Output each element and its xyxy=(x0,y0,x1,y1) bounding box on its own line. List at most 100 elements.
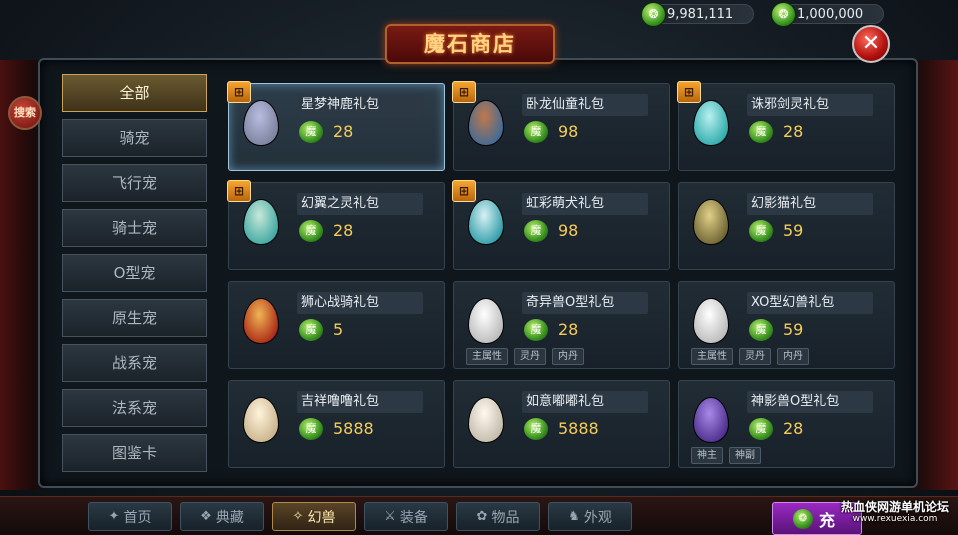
item-name: XO型幻兽礼包 xyxy=(747,292,873,314)
bottom-nav-button[interactable]: ❖ 典藏 xyxy=(180,502,264,531)
item-name: 幻影猫礼包 xyxy=(747,193,873,215)
pet-egg-icon xyxy=(468,100,504,146)
bound-currency-value: 1,000,000 xyxy=(797,6,864,22)
item-tags: 主属性 灵丹 内丹 xyxy=(466,348,584,365)
shop-item-card[interactable]: 神影兽O型礼包魔 28 神主 神副 xyxy=(678,380,895,468)
item-name: 星梦神鹿礼包 xyxy=(297,94,423,116)
pet-egg-icon xyxy=(693,298,729,344)
shop-title-banner: 魔石商店 xyxy=(385,24,555,64)
item-price: 28 xyxy=(558,320,579,339)
item-price: 5888 xyxy=(333,419,374,438)
pet-egg-icon xyxy=(693,397,729,443)
new-badge-icon: ⊞ xyxy=(227,180,251,202)
item-tag: 神主 xyxy=(691,447,723,464)
watermark-title: 热血侠网游单机论坛 xyxy=(840,500,949,514)
pet-egg-icon xyxy=(693,100,729,146)
bottom-nav-button[interactable]: ✦ 首页 xyxy=(88,502,172,531)
item-name: 幻翼之灵礼包 xyxy=(297,193,423,215)
shop-item-card[interactable]: 如意嘟嘟礼包魔 5888 xyxy=(453,380,670,468)
shop-item-card[interactable]: ⊞ 卧龙仙童礼包魔 98 xyxy=(452,81,670,171)
item-name: 卧龙仙童礼包 xyxy=(522,94,648,116)
category-button[interactable]: O型宠 xyxy=(62,254,207,292)
item-name: 虹彩萌犬礼包 xyxy=(522,193,648,215)
item-price: 5888 xyxy=(558,419,599,438)
item-name: 神影兽O型礼包 xyxy=(747,391,873,413)
nav-icon: ⚔ xyxy=(384,509,396,524)
pet-egg-icon xyxy=(468,199,504,245)
gold-currency: ❂ 9,981,111 xyxy=(641,2,754,27)
pet-egg-icon xyxy=(468,298,504,344)
new-badge-icon: ⊞ xyxy=(677,81,701,103)
price-currency-icon: 魔 xyxy=(524,418,548,440)
search-label: 搜索 xyxy=(14,106,36,119)
nav-label: 首页 xyxy=(123,509,152,526)
shop-item-card[interactable]: 奇异兽O型礼包魔 28 主属性 灵丹 内丹 xyxy=(453,281,670,369)
price-currency-icon: 魔 xyxy=(299,121,323,143)
new-badge-icon: ⊞ xyxy=(452,81,476,103)
category-button[interactable]: 图鉴卡 xyxy=(62,434,207,472)
shop-item-card[interactable]: XO型幻兽礼包魔 59 主属性 灵丹 内丹 xyxy=(678,281,895,369)
item-name: 狮心战骑礼包 xyxy=(297,292,423,314)
gold-currency-value: 9,981,111 xyxy=(667,6,734,22)
price-currency-icon: 魔 xyxy=(749,121,773,143)
category-button[interactable]: 法系宠 xyxy=(62,389,207,427)
shop-item-card[interactable]: 幻影猫礼包魔 59 xyxy=(678,182,895,270)
shop-item-card[interactable]: ⊞ 诛邪剑灵礼包魔 28 xyxy=(677,81,895,171)
price-currency-icon: 魔 xyxy=(299,418,323,440)
bottom-nav-button[interactable]: ✧ 幻兽 xyxy=(272,502,356,531)
item-price: 98 xyxy=(558,122,579,141)
shop-item-card[interactable]: ⊞ 星梦神鹿礼包魔 28 xyxy=(227,81,445,171)
green-coin-icon: ❂ xyxy=(771,2,796,27)
nav-label: 典藏 xyxy=(215,509,244,526)
shop-item-card[interactable]: ⊞ 虹彩萌犬礼包魔 98 xyxy=(452,180,670,270)
close-button[interactable]: ✕ xyxy=(852,25,890,63)
price-currency-icon: 魔 xyxy=(749,319,773,341)
price-currency-icon: 魔 xyxy=(524,220,548,242)
price-currency-icon: 魔 xyxy=(299,319,323,341)
item-tag: 内丹 xyxy=(777,348,809,365)
watermark-url: www.rexuexia.com xyxy=(852,514,938,524)
category-button[interactable]: 飞行宠 xyxy=(62,164,207,202)
category-button[interactable]: 骑宠 xyxy=(62,119,207,157)
shop-item-card[interactable]: 吉祥噜噜礼包魔 5888 xyxy=(228,380,445,468)
nav-label: 物品 xyxy=(491,509,520,526)
item-name: 吉祥噜噜礼包 xyxy=(297,391,423,413)
item-name: 诛邪剑灵礼包 xyxy=(747,94,873,116)
nav-icon: ♞ xyxy=(568,509,580,524)
category-button[interactable]: 骑士宠 xyxy=(62,209,207,247)
price-currency-icon: 魔 xyxy=(749,418,773,440)
pet-egg-icon xyxy=(243,199,279,245)
bottom-nav-button[interactable]: ✿ 物品 xyxy=(456,502,540,531)
nav-label: 装备 xyxy=(399,509,428,526)
price-currency-icon: 魔 xyxy=(524,121,548,143)
new-badge-icon: ⊞ xyxy=(452,180,476,202)
item-tag: 灵丹 xyxy=(739,348,771,365)
shop-item-card[interactable]: ⊞ 幻翼之灵礼包魔 28 xyxy=(227,180,445,270)
nav-label: 外观 xyxy=(583,509,612,526)
category-button[interactable]: 全部 xyxy=(62,74,207,112)
item-tag: 主属性 xyxy=(466,348,508,365)
shop-item-card[interactable]: 狮心战骑礼包魔 5 xyxy=(228,281,445,369)
green-coin-icon: ❂ xyxy=(641,2,666,27)
item-tag: 内丹 xyxy=(552,348,584,365)
nav-icon: ✧ xyxy=(292,509,304,524)
item-price: 28 xyxy=(783,122,804,141)
search-button[interactable]: 搜索 xyxy=(8,96,42,130)
item-price: 59 xyxy=(783,221,804,240)
item-name: 如意嘟嘟礼包 xyxy=(522,391,648,413)
nav-icon: ✿ xyxy=(476,509,488,524)
price-currency-icon: 魔 xyxy=(299,220,323,242)
item-price: 5 xyxy=(333,320,344,339)
category-button[interactable]: 原生宠 xyxy=(62,299,207,337)
bottom-nav-button[interactable]: ⚔ 装备 xyxy=(364,502,448,531)
item-price: 59 xyxy=(783,320,804,339)
item-tags: 主属性 灵丹 内丹 xyxy=(691,348,809,365)
bottom-nav-button[interactable]: ♞ 外观 xyxy=(548,502,632,531)
price-currency-icon: 魔 xyxy=(524,319,548,341)
item-name: 奇异兽O型礼包 xyxy=(522,292,648,314)
category-button[interactable]: 战系宠 xyxy=(62,344,207,382)
item-tags: 神主 神副 xyxy=(691,447,761,464)
bound-currency: ❂ 1,000,000 xyxy=(771,2,884,27)
pet-egg-icon xyxy=(693,199,729,245)
nav-label: 幻兽 xyxy=(307,509,336,526)
